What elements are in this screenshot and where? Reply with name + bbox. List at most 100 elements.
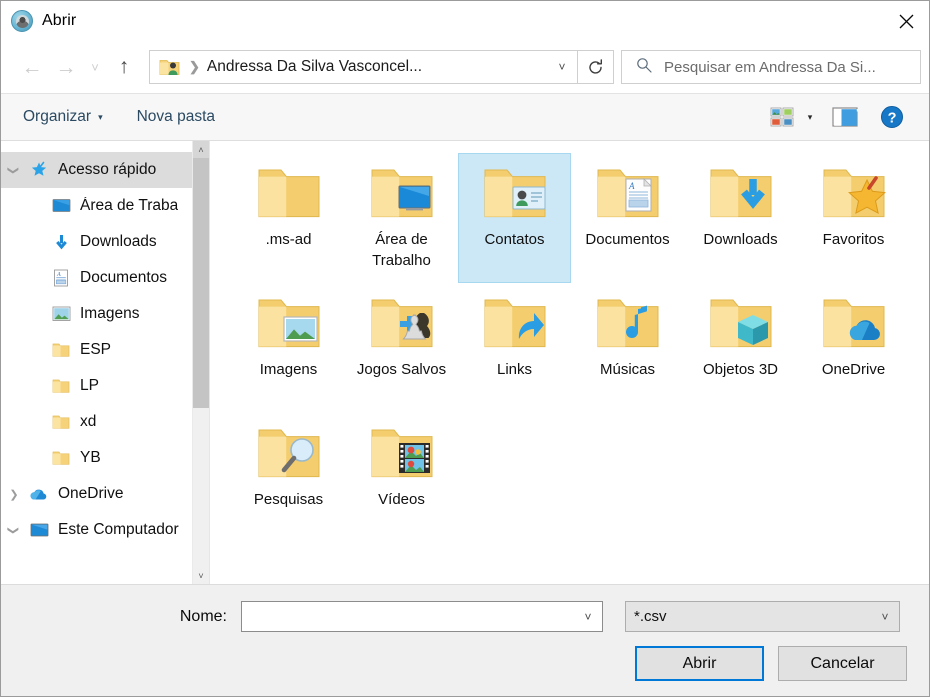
breadcrumb: Andressa Da Silva Vasconcel... (206, 58, 422, 75)
desktop-icon (49, 198, 73, 215)
refresh-icon[interactable] (578, 50, 614, 84)
back-icon[interactable]: ← (15, 51, 49, 83)
file-tile[interactable]: OneDrive (797, 283, 910, 413)
window-title: Abrir (42, 12, 77, 29)
sidebar-item-downloads[interactable]: Downloads (1, 224, 209, 260)
breadcrumb-separator: ❯ (189, 59, 200, 74)
navigation-bar: ← → ˅ ↑ ❯ Andressa Da Silva Vasconcel...… (1, 41, 929, 93)
download-icon (49, 234, 73, 251)
cancel-button[interactable]: Cancelar (778, 646, 907, 681)
cloud-icon (27, 487, 51, 502)
toolbar-right-group: ▾ ? (765, 102, 915, 132)
dialog-footer: Nome: ˅ *.csv ˅ Abrir Cancelar (1, 584, 929, 696)
button-row: Abrir Cancelar (1, 632, 929, 681)
toolbar: Organizar ▾ Nova pasta ▾ ? (1, 93, 929, 141)
sidebar-item-label: Acesso rápido (58, 161, 157, 178)
chevron-down-icon[interactable] (1, 163, 27, 177)
file-tile[interactable]: Contatos (458, 153, 571, 283)
folder-onedrive-icon (818, 291, 890, 353)
organize-label: Organizar (23, 108, 92, 125)
sidebar-item-label: xd (80, 413, 97, 430)
close-icon[interactable] (883, 1, 929, 41)
help-icon[interactable]: ? (869, 102, 915, 132)
file-tile[interactable]: Links (458, 283, 571, 413)
folder-plain-icon (253, 161, 325, 223)
folder-games-icon (366, 291, 438, 353)
folder-documents-icon: A (592, 161, 664, 223)
file-tile[interactable]: Vídeos (345, 413, 458, 543)
document-icon: A (49, 269, 73, 287)
file-tile[interactable]: Jogos Salvos (345, 283, 458, 413)
recent-locations-icon[interactable]: ˅ (83, 51, 107, 83)
forward-icon[interactable]: → (49, 51, 83, 83)
file-tile[interactable]: Objetos 3D (684, 283, 797, 413)
preview-pane-icon[interactable] (821, 102, 869, 132)
sidebar-item-onedrive[interactable]: OneDrive (1, 476, 209, 512)
sidebar-item-este-computador[interactable]: Este Computador (1, 512, 209, 548)
open-button[interactable]: Abrir (635, 646, 764, 681)
chevron-down-icon[interactable] (1, 523, 27, 537)
sidebar-item-lp[interactable]: LP (1, 368, 209, 404)
view-options-chevron-down-icon[interactable]: ▾ (799, 102, 821, 132)
address-chevron-down-icon[interactable]: ˅ (547, 60, 577, 74)
file-tile-label: Downloads (703, 231, 778, 248)
folder-contacts-icon (479, 161, 551, 223)
sidebar-item-label: LP (80, 377, 99, 394)
sidebar-scrollbar[interactable]: ˄ ˅ (192, 141, 209, 584)
sidebar-item-documentos[interactable]: A Documentos (1, 260, 209, 296)
up-icon[interactable]: ↑ (107, 51, 141, 83)
search-input[interactable]: Pesquisar em Andressa Da Si... (664, 59, 876, 76)
sidebar-item-esp[interactable]: ESP (1, 332, 209, 368)
sidebar-item-yb[interactable]: YB (1, 440, 209, 476)
sidebar-item-xd[interactable]: xd (1, 404, 209, 440)
file-tile-label: Área de Trabalho (372, 231, 431, 269)
search-icon (636, 57, 652, 78)
scroll-up-icon[interactable]: ˄ (193, 141, 209, 158)
file-tile-label: Imagens (259, 361, 318, 378)
file-tile[interactable]: Downloads (684, 153, 797, 283)
file-tile-label: OneDrive (821, 361, 886, 378)
address-bar[interactable]: ❯ Andressa Da Silva Vasconcel... ˅ (149, 50, 578, 84)
search-box[interactable]: Pesquisar em Andressa Da Si... (621, 50, 921, 84)
folder-favorites-icon (818, 161, 890, 223)
filetype-chevron-down-icon: ˅ (881, 609, 889, 624)
view-options-icon[interactable] (765, 102, 799, 132)
sidebar-item-rea-de-traba[interactable]: Área de Traba (1, 188, 209, 224)
file-tile-label: Objetos 3D (702, 361, 779, 378)
scrollbar-thumb[interactable] (193, 158, 209, 408)
file-tile[interactable]: Pesquisas (232, 413, 345, 543)
folder-icon (49, 450, 73, 466)
file-tile-label: Vídeos (378, 491, 425, 508)
file-tile[interactable]: Imagens (232, 283, 345, 413)
pin-star-icon (27, 161, 51, 179)
file-list[interactable]: .ms-ad Área de Trabalho Contatos A Documento… (210, 141, 929, 584)
sidebar-tree: Acesso rápido Área de Traba Downloads A Docu… (1, 152, 209, 548)
organize-button[interactable]: Organizar ▾ (23, 108, 103, 126)
folder-downloads-icon (705, 161, 777, 223)
filename-row: Nome: ˅ *.csv ˅ (1, 585, 929, 632)
file-tile-label: Contatos (484, 231, 545, 248)
filetype-select[interactable]: *.csv ˅ (625, 601, 900, 632)
user-folder-icon (159, 57, 181, 77)
file-tile[interactable]: Área de Trabalho (345, 153, 458, 283)
sidebar-item-label: OneDrive (58, 485, 124, 502)
file-tile[interactable]: Músicas (571, 283, 684, 413)
scroll-down-icon[interactable]: ˅ (193, 567, 209, 584)
file-tile-label: Pesquisas (253, 491, 324, 508)
file-tile[interactable]: A Documentos (571, 153, 684, 283)
navigation-pane: Acesso rápido Área de Traba Downloads A Docu… (1, 141, 210, 584)
computer-icon (27, 522, 51, 539)
file-tile[interactable]: Favoritos (797, 153, 910, 283)
sidebar-item-imagens[interactable]: Imagens (1, 296, 209, 332)
new-folder-button[interactable]: Nova pasta (137, 108, 215, 126)
filename-input[interactable]: ˅ (241, 601, 603, 632)
filetype-value: *.csv (634, 608, 667, 625)
sidebar-item-acesso-r-pido[interactable]: Acesso rápido (1, 152, 209, 188)
folder-links-icon (479, 291, 551, 353)
filename-chevron-down-icon[interactable]: ˅ (574, 610, 602, 624)
folder-music-icon (592, 291, 664, 353)
chevron-right-icon[interactable] (1, 487, 27, 501)
chevron-down-icon: ▾ (98, 111, 103, 122)
folder-icon (49, 342, 73, 358)
file-tile[interactable]: .ms-ad (232, 153, 345, 283)
